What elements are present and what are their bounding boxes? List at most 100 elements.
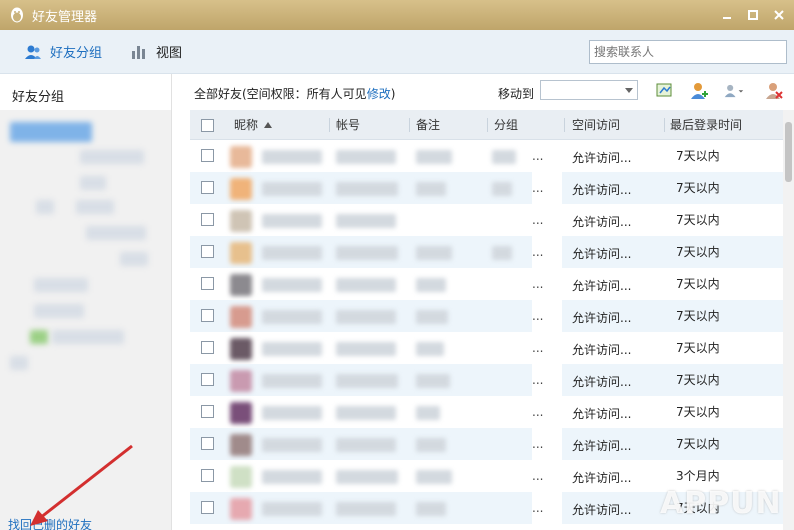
group-cell: [492, 246, 512, 260]
table-row[interactable]: ... 允许访问... 7天以内: [190, 396, 783, 428]
group-item[interactable]: [34, 278, 88, 292]
remark-cell: [416, 310, 448, 324]
row-checkbox[interactable]: [201, 469, 214, 482]
avatar: [230, 466, 252, 488]
nickname-cell: [262, 406, 322, 420]
avatar: [230, 274, 252, 296]
space-access-cell: 允许访问...: [572, 343, 632, 357]
group-item[interactable]: [80, 176, 106, 190]
scrollbar-thumb[interactable]: [785, 122, 792, 182]
table-row[interactable]: ... 允许访问... 7天以内: [190, 268, 783, 300]
group-item[interactable]: [10, 356, 28, 370]
nickname-cell: [262, 150, 322, 164]
row-checkbox[interactable]: [201, 341, 214, 354]
group-item[interactable]: [80, 150, 144, 164]
tab-view[interactable]: 视图: [130, 42, 182, 61]
group-item[interactable]: [52, 330, 124, 344]
remark-cell: [416, 150, 452, 164]
column-group[interactable]: 分组: [494, 110, 518, 140]
row-checkbox[interactable]: [201, 437, 214, 450]
space-access-cell: 允许访问...: [572, 375, 632, 389]
group-cell: [492, 182, 512, 196]
vertical-scrollbar[interactable]: [783, 110, 794, 530]
last-login-cell: 7天以内: [676, 149, 720, 163]
column-divider: [409, 118, 410, 132]
table-row[interactable]: ... 允许访问... 7天以内: [190, 428, 783, 460]
title-bar: 好友管理器: [0, 0, 794, 30]
minimize-button[interactable]: [718, 6, 736, 24]
group-item[interactable]: [36, 200, 54, 214]
table-row[interactable]: ... 允许访问... 7天以内: [190, 364, 783, 396]
group-item[interactable]: [76, 200, 114, 214]
row-checkbox[interactable]: [201, 213, 214, 226]
avatar: [230, 338, 252, 360]
row-checkbox[interactable]: [201, 277, 214, 290]
column-remark[interactable]: 备注: [416, 110, 440, 140]
search-contacts-input[interactable]: [589, 40, 787, 64]
table-row[interactable]: ... 允许访问... 7天以内: [190, 332, 783, 364]
avatar: [230, 146, 252, 168]
tab-friend-groups[interactable]: 好友分组: [24, 42, 102, 61]
last-login-cell: 7天以内: [676, 181, 720, 195]
account-cell: [336, 502, 396, 516]
main-header: 全部好友(空间权限：所有人可见修改) 移动到: [172, 74, 794, 110]
tab-friend-groups-label: 好友分组: [50, 46, 103, 61]
nickname-cell: [262, 310, 322, 324]
row-checkbox[interactable]: [201, 149, 214, 162]
account-cell: [336, 278, 396, 292]
avatar: [230, 402, 252, 424]
export-icon[interactable]: [655, 81, 675, 101]
space-access-cell: 允许访问...: [572, 311, 632, 325]
table-row[interactable]: ... 允许访问... 7天以内: [190, 140, 783, 172]
column-nickname[interactable]: 昵称: [234, 110, 258, 140]
remark-cell: [416, 374, 450, 388]
delete-friend-icon[interactable]: [764, 81, 784, 101]
group-item[interactable]: [86, 226, 146, 240]
account-cell: [336, 182, 398, 196]
nickname-cell: [262, 502, 322, 516]
select-all-checkbox[interactable]: [201, 119, 214, 132]
column-account[interactable]: 帐号: [336, 110, 360, 140]
table-row[interactable]: ... 允许访问... 7天以内: [190, 300, 783, 332]
truncation-dots: ...: [532, 437, 544, 451]
close-button[interactable]: [770, 6, 788, 24]
row-checkbox[interactable]: [201, 501, 214, 514]
sidebar: 好友分组 找回已删的好友: [0, 74, 172, 530]
last-login-cell: 7天以内: [676, 277, 720, 291]
group-item[interactable]: [34, 304, 84, 318]
space-access-cell: 允许访问...: [572, 407, 632, 421]
column-last-login[interactable]: 最后登录时间: [670, 110, 742, 140]
remark-cell: [416, 342, 444, 356]
truncation-dots: ...: [532, 245, 544, 259]
row-checkbox[interactable]: [201, 245, 214, 258]
column-space-access[interactable]: 空间访问: [572, 110, 620, 140]
account-cell: [336, 438, 396, 452]
group-item[interactable]: [120, 252, 148, 266]
manage-friend-icon[interactable]: [724, 81, 744, 101]
nickname-cell: [262, 182, 322, 196]
edit-permission-link[interactable]: 修改: [367, 87, 391, 101]
row-checkbox[interactable]: [201, 181, 214, 194]
recover-deleted-friends-link[interactable]: 找回已删的好友: [8, 516, 92, 530]
row-checkbox[interactable]: [201, 405, 214, 418]
space-access-cell: 允许访问...: [572, 471, 632, 485]
avatar: [230, 178, 252, 200]
add-friend-icon[interactable]: [689, 81, 709, 101]
row-checkbox[interactable]: [201, 373, 214, 386]
account-cell: [336, 406, 396, 420]
maximize-button[interactable]: [744, 6, 762, 24]
space-access-cell: 允许访问...: [572, 215, 632, 229]
truncation-dots: ...: [532, 213, 544, 227]
table-row[interactable]: ... 允许访问... 7天以内: [190, 172, 783, 204]
sidebar-header: 好友分组: [0, 74, 171, 110]
group-item[interactable]: [30, 330, 48, 344]
nickname-cell: [262, 278, 322, 292]
move-to-dropdown[interactable]: [540, 80, 638, 100]
table-row[interactable]: ... 允许访问... 7天以内: [190, 204, 783, 236]
group-item-selected[interactable]: [10, 122, 92, 142]
table-row[interactable]: ... 允许访问... 7天以内: [190, 236, 783, 268]
account-cell: [336, 470, 398, 484]
row-checkbox[interactable]: [201, 309, 214, 322]
column-divider: [487, 118, 488, 132]
space-access-cell: 允许访问...: [572, 279, 632, 293]
